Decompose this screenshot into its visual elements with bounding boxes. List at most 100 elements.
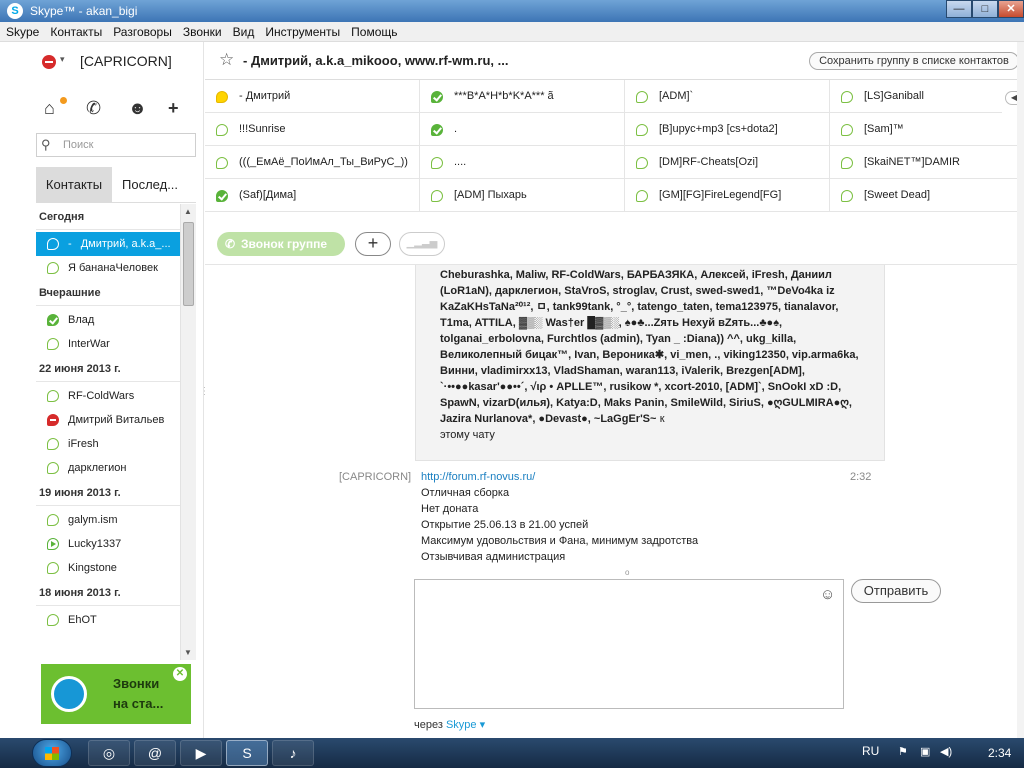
menu-calls[interactable]: Звонки xyxy=(177,22,227,39)
skype-taskbar-icon[interactable]: S xyxy=(226,740,268,766)
chat-title[interactable]: - Дмитрий, a.k.a_mikooo, www.rf-wm.ru, .… xyxy=(243,53,508,68)
via-skype[interactable]: через Skype ▾ xyxy=(414,718,485,731)
participant[interactable]: [B]upyc+mp3 [cs+dota2] xyxy=(625,113,830,146)
participant[interactable]: [ADM] Пыхарь xyxy=(420,179,625,212)
system-message: Cheburashka, Maliw, RF-ColdWars, БАРБАЗЯ… xyxy=(415,265,885,461)
participant[interactable]: !!!Sunrise xyxy=(205,113,420,146)
status-icon xyxy=(47,462,59,474)
status-icon xyxy=(841,157,853,169)
clock[interactable]: 2:34 xyxy=(988,746,1011,760)
status-icon xyxy=(47,262,59,274)
menu-contacts[interactable]: Контакты xyxy=(44,22,107,39)
status-icon xyxy=(47,238,59,250)
menu-skype[interactable]: Skype xyxy=(0,22,44,39)
language-indicator[interactable]: RU xyxy=(862,744,879,758)
participant[interactable]: [GM][FG]FireLegend[FG] xyxy=(625,179,830,212)
list-item[interactable]: iFresh xyxy=(36,432,182,456)
resize-handle[interactable]: o xyxy=(625,568,629,577)
participant[interactable]: [SkaiNET™]DAMIR xyxy=(830,146,1024,179)
participant[interactable]: [ADM]` xyxy=(625,80,830,113)
app-icon[interactable]: ♪ xyxy=(272,740,314,766)
add-contact-icon[interactable]: + xyxy=(168,97,179,119)
maximize-button[interactable]: □ xyxy=(972,0,998,18)
menu-help[interactable]: Помощь xyxy=(345,22,402,39)
status-icon xyxy=(841,91,853,103)
contact-list-scrollbar[interactable]: ▲ ▼ xyxy=(180,204,196,660)
close-icon[interactable]: ✕ xyxy=(173,667,187,681)
menu-conversations[interactable]: Разговоры xyxy=(107,22,177,39)
list-item[interactable]: Влад xyxy=(36,308,182,332)
window-title: Skype™ - akan_bigi xyxy=(30,4,138,18)
minimize-button[interactable]: — xyxy=(946,0,972,18)
call-group-button[interactable]: ✆ Звонок группе xyxy=(217,232,345,256)
status-icon xyxy=(47,438,59,450)
status-icon xyxy=(47,562,59,574)
messenger-icon[interactable]: @ xyxy=(134,740,176,766)
window-titlebar: S Skype™ - akan_bigi xyxy=(0,0,1024,22)
flag-icon[interactable]: ⚑ xyxy=(898,745,908,758)
profile-name[interactable]: [CAPRICORN] xyxy=(80,53,172,69)
home-icon[interactable]: ⌂ xyxy=(44,97,55,119)
network-icon[interactable]: ▣ xyxy=(920,745,930,758)
group-header: Сегодня xyxy=(36,204,182,230)
participant[interactable]: - Дмитрий xyxy=(205,80,420,113)
participant[interactable]: [Sam]™ xyxy=(830,113,1024,146)
menu-tools[interactable]: Инструменты xyxy=(259,22,345,39)
participant[interactable]: (Saf)[Дима] xyxy=(205,179,420,212)
menu-view[interactable]: Вид xyxy=(227,22,260,39)
participant[interactable]: (((_ЕмАё_ПоИмАл_Ты_ВиРуС_)) xyxy=(205,146,420,179)
list-item[interactable]: Я бананаЧеловек xyxy=(36,256,182,280)
star-icon[interactable]: ☆ xyxy=(219,50,234,70)
system-tray: RU ⚑ ▣ ◀) 2:34 xyxy=(862,738,1024,768)
promo-banner[interactable]: Звонки на ста... ✕ xyxy=(41,664,191,724)
list-item[interactable]: RF-ColdWars xyxy=(36,384,182,408)
participant[interactable]: ***B*A*H*b*K*A*** ã xyxy=(420,80,625,113)
scroll-down-icon[interactable]: ▼ xyxy=(184,648,192,657)
list-item[interactable]: Дмитрий Витальев xyxy=(36,408,182,432)
chevron-down-icon[interactable]: ▾ xyxy=(60,54,65,65)
participant[interactable]: [DM]RF-Cheats[Ozi] xyxy=(625,146,830,179)
list-item[interactable]: Lucky1337 xyxy=(36,532,182,556)
message-input[interactable]: ☺ xyxy=(414,579,844,709)
list-item[interactable]: Kingstone xyxy=(36,556,182,580)
scroll-up-icon[interactable]: ▲ xyxy=(184,207,192,216)
status-icon xyxy=(47,338,59,350)
search-input[interactable]: ⚲ Поиск xyxy=(36,133,196,157)
list-item[interactable]: InterWar xyxy=(36,332,182,356)
message-line: Нет доната xyxy=(421,503,479,515)
participant[interactable]: . xyxy=(420,113,625,146)
signal-icon: ▁▂▃▅ xyxy=(399,232,445,256)
list-item[interactable]: EhOT xyxy=(36,608,182,632)
message-link[interactable]: http://forum.rf-novus.ru/ xyxy=(421,471,535,483)
participant[interactable]: [LS]Ganiball xyxy=(830,80,1002,113)
profile-status[interactable]: ▾ [CAPRICORN] xyxy=(42,52,202,74)
group-icon[interactable]: ☻ xyxy=(128,97,147,119)
list-item[interactable]: galym.ism xyxy=(36,508,182,532)
scroll-thumb[interactable] xyxy=(183,222,194,306)
message-sender[interactable]: [CAPRICORN] xyxy=(339,471,411,483)
chrome-icon[interactable]: ◎ xyxy=(88,740,130,766)
close-button[interactable]: ✕ xyxy=(998,0,1024,18)
participant[interactable]: [Sweet Dead] xyxy=(830,179,1024,212)
status-icon xyxy=(216,124,228,136)
start-button[interactable] xyxy=(32,739,72,767)
message-line: Отзывчивая администрация xyxy=(421,551,566,563)
volume-icon[interactable]: ◀) xyxy=(940,745,952,758)
status-icon xyxy=(47,614,59,626)
send-button[interactable]: Отправить xyxy=(851,579,941,603)
emoticon-icon[interactable]: ☺ xyxy=(820,586,835,603)
media-player-icon[interactable]: ▶ xyxy=(180,740,222,766)
chat-message: [CAPRICORN] http://forum.rf-novus.ru/ 2:… xyxy=(205,471,1024,571)
save-group-button[interactable]: Сохранить группу в списке контактов xyxy=(809,52,1019,70)
status-busy-icon[interactable] xyxy=(42,55,56,69)
list-item[interactable]: - Дмитрий, a.k.a_... xyxy=(36,232,182,256)
phone-icon[interactable]: ✆ xyxy=(86,97,101,119)
add-button[interactable]: + xyxy=(355,232,391,256)
message-line: Максимум удовольствия и Фана, минимум за… xyxy=(421,535,699,547)
chat-scrollbar[interactable] xyxy=(1017,42,1024,738)
tab-recent[interactable]: Послед... xyxy=(122,167,196,203)
participant[interactable]: .... xyxy=(420,146,625,179)
status-icon xyxy=(841,124,853,136)
list-item[interactable]: дарклегион xyxy=(36,456,182,480)
tab-contacts[interactable]: Контакты xyxy=(36,167,112,203)
